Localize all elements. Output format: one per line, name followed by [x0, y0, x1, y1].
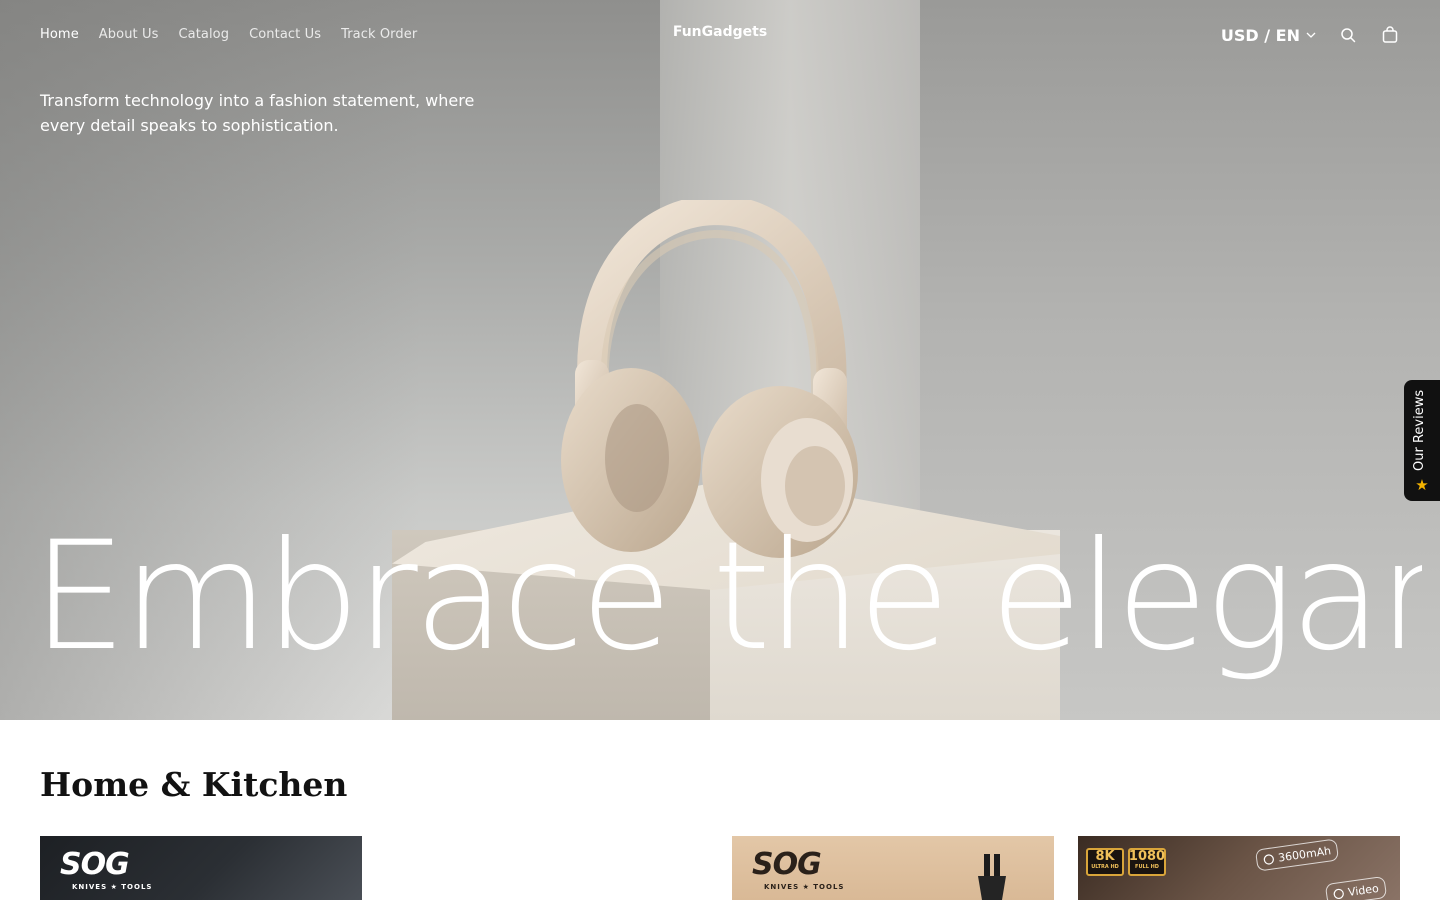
hero-tagline: Transform technology into a fashion stat…	[40, 91, 475, 135]
collection-title: Home & Kitchen	[40, 765, 348, 804]
shopping-bag-icon	[1382, 26, 1398, 43]
product-logo: SOG	[752, 847, 822, 882]
battery-pill: 3600mAh	[1254, 838, 1340, 872]
product-card[interactable]: 8K ULTRA HD 1080 FULL HD 3600mAh Video	[1078, 836, 1400, 900]
video-pill: Video	[1324, 875, 1388, 900]
chevron-down-icon	[1306, 32, 1316, 38]
resolution-badge: 1080 FULL HD	[1128, 848, 1166, 876]
cart-button[interactable]	[1380, 25, 1400, 45]
main-nav: Home About Us Catalog Contact Us Track O…	[40, 22, 417, 46]
brand-logo[interactable]: FunGadgets	[673, 24, 767, 40]
nav-track-order[interactable]: Track Order	[341, 27, 417, 42]
power-icon	[1263, 853, 1274, 865]
reviews-tab-label: Our Reviews	[1412, 389, 1427, 472]
nav-catalog[interactable]: Catalog	[178, 27, 229, 42]
currency-language-selector[interactable]: USD / EN	[1221, 26, 1316, 45]
product-card[interactable]: SOG KNIVES ★ TOOLS	[40, 836, 362, 900]
product-logo: SOG	[60, 847, 130, 882]
multitool-image	[978, 854, 1006, 900]
product-logo-tagline: KNIVES ★ TOOLS	[72, 883, 153, 891]
hero-banner: Home About Us Catalog Contact Us Track O…	[0, 0, 1440, 720]
nav-about-us[interactable]: About Us	[99, 27, 159, 42]
currency-language-label: USD / EN	[1220, 25, 1300, 45]
nav-home[interactable]: Home	[40, 27, 79, 42]
search-button[interactable]	[1338, 25, 1358, 45]
star-icon: ★	[1415, 477, 1429, 494]
hero-headline: Embrace the elegance	[32, 510, 1422, 684]
product-card[interactable]: SOG KNIVES ★ TOOLS	[732, 836, 1054, 900]
search-icon	[1341, 28, 1356, 43]
reviews-tab[interactable]: Our Reviews ★	[1404, 380, 1440, 501]
product-logo-tagline: KNIVES ★ TOOLS	[764, 883, 845, 891]
video-icon	[1333, 888, 1344, 899]
nav-contact-us[interactable]: Contact Us	[249, 27, 321, 42]
header-actions: USD / EN	[1221, 22, 1400, 48]
resolution-badge: 8K ULTRA HD	[1086, 848, 1124, 876]
